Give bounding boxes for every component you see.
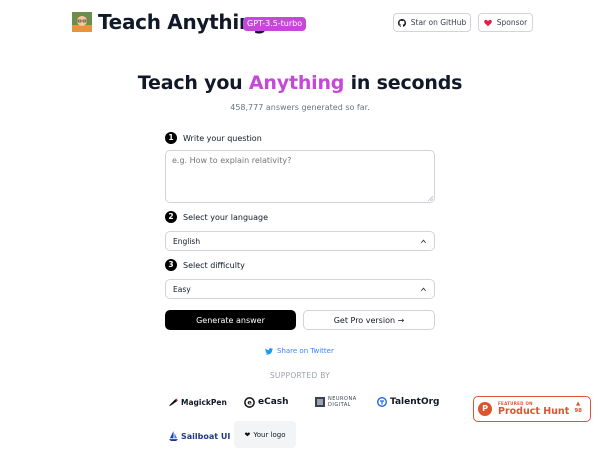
generate-answer-button[interactable]: Generate answer xyxy=(165,310,296,330)
page-headline: Teach you Anything in seconds xyxy=(0,72,600,94)
language-select-value: English xyxy=(173,236,201,246)
product-hunt-icon: P xyxy=(478,402,492,416)
product-hunt-badge[interactable]: P FEATURED ON Product Hunt ▲ 98 xyxy=(473,396,591,422)
difficulty-select[interactable]: Easy xyxy=(165,279,435,299)
magickpen-logo-icon xyxy=(169,398,178,406)
headline-suffix: in seconds xyxy=(344,72,463,94)
top-bar: Teach Anything GPT-3.5-turbo Star on Git… xyxy=(0,0,600,46)
sailboat-logo-icon xyxy=(169,431,178,441)
product-hunt-text: FEATURED ON Product Hunt xyxy=(498,401,569,417)
neurona-wordmark: NEURONA DIGITAL xyxy=(328,396,357,408)
product-hunt-votes: ▲ 98 xyxy=(574,401,582,415)
sponsor-button[interactable]: Sponsor xyxy=(478,13,533,32)
step-1-label-row: 1 Write your question xyxy=(165,131,262,145)
sponsor-talentorg[interactable]: TalentOrg xyxy=(377,391,439,413)
sponsor-magickpen[interactable]: MagickPen xyxy=(169,391,227,413)
sailboat-label: Sailboat UI xyxy=(181,431,231,441)
step-2-label: Select your language xyxy=(183,212,268,222)
star-on-github-button[interactable]: Star on GitHub xyxy=(393,13,471,32)
talentorg-logo-icon xyxy=(377,397,387,407)
upvote-triangle-icon: ▲ xyxy=(576,401,581,407)
textarea-resize-handle[interactable] xyxy=(428,196,433,201)
step-2-label-row: 2 Select your language xyxy=(165,210,268,224)
heart-icon xyxy=(483,19,492,26)
share-on-twitter-label: Share on Twitter xyxy=(277,347,334,355)
step-3-number: 3 xyxy=(165,259,177,271)
product-hunt-name: Product Hunt xyxy=(498,406,570,417)
your-logo-label: Your logo xyxy=(253,430,286,439)
sponsor-ecash[interactable]: e eCash xyxy=(244,391,289,413)
step-1-number: 1 xyxy=(165,132,177,144)
twitter-icon xyxy=(265,347,273,355)
app-title[interactable]: Teach Anything xyxy=(98,10,267,34)
step-1-label: Write your question xyxy=(183,133,262,143)
answers-count: 458,777 answers generated so far. xyxy=(230,103,370,112)
get-pro-version-button[interactable]: Get Pro version → xyxy=(303,310,435,330)
your-logo-slot[interactable]: ❤ Your logo xyxy=(234,421,296,448)
heart-icon: ❤ xyxy=(244,430,251,439)
neurona-logo-icon xyxy=(315,397,325,407)
magickpen-label: MagickPen xyxy=(181,397,227,407)
headline-accent: Anything xyxy=(248,72,345,94)
svg-text:e: e xyxy=(247,398,252,406)
talentorg-label: TalentOrg xyxy=(390,397,440,407)
github-button-label: Star on GitHub xyxy=(410,18,467,27)
model-badge: GPT-3.5-turbo xyxy=(243,17,307,31)
step-3-label-row: 3 Select difficulty xyxy=(165,258,245,272)
sponsor-neurona-digital[interactable]: NEURONA DIGITAL xyxy=(315,391,357,413)
step-3-label: Select difficulty xyxy=(183,260,245,270)
ecash-label: eCash xyxy=(258,397,289,407)
difficulty-select-value: Easy xyxy=(173,284,191,294)
supported-by-heading: SUPPORTED BY xyxy=(269,371,331,380)
github-icon xyxy=(397,18,406,27)
ecash-logo-icon: e xyxy=(244,396,255,408)
headline-prefix: Teach you xyxy=(137,72,249,94)
sponsor-button-label: Sponsor xyxy=(496,18,528,27)
chevron-up-icon xyxy=(420,239,427,244)
teacher-avatar-logo xyxy=(72,12,92,32)
product-hunt-vote-count: 98 xyxy=(574,408,582,414)
sponsor-sailboat-ui[interactable]: Sailboat UI xyxy=(169,425,230,447)
chevron-up-icon xyxy=(420,287,427,292)
share-on-twitter-link[interactable]: Share on Twitter xyxy=(265,346,334,356)
neurona-bottom-label: DIGITAL xyxy=(328,402,352,408)
question-input[interactable] xyxy=(165,150,435,203)
step-2-number: 2 xyxy=(165,211,177,223)
language-select[interactable]: English xyxy=(165,231,435,251)
